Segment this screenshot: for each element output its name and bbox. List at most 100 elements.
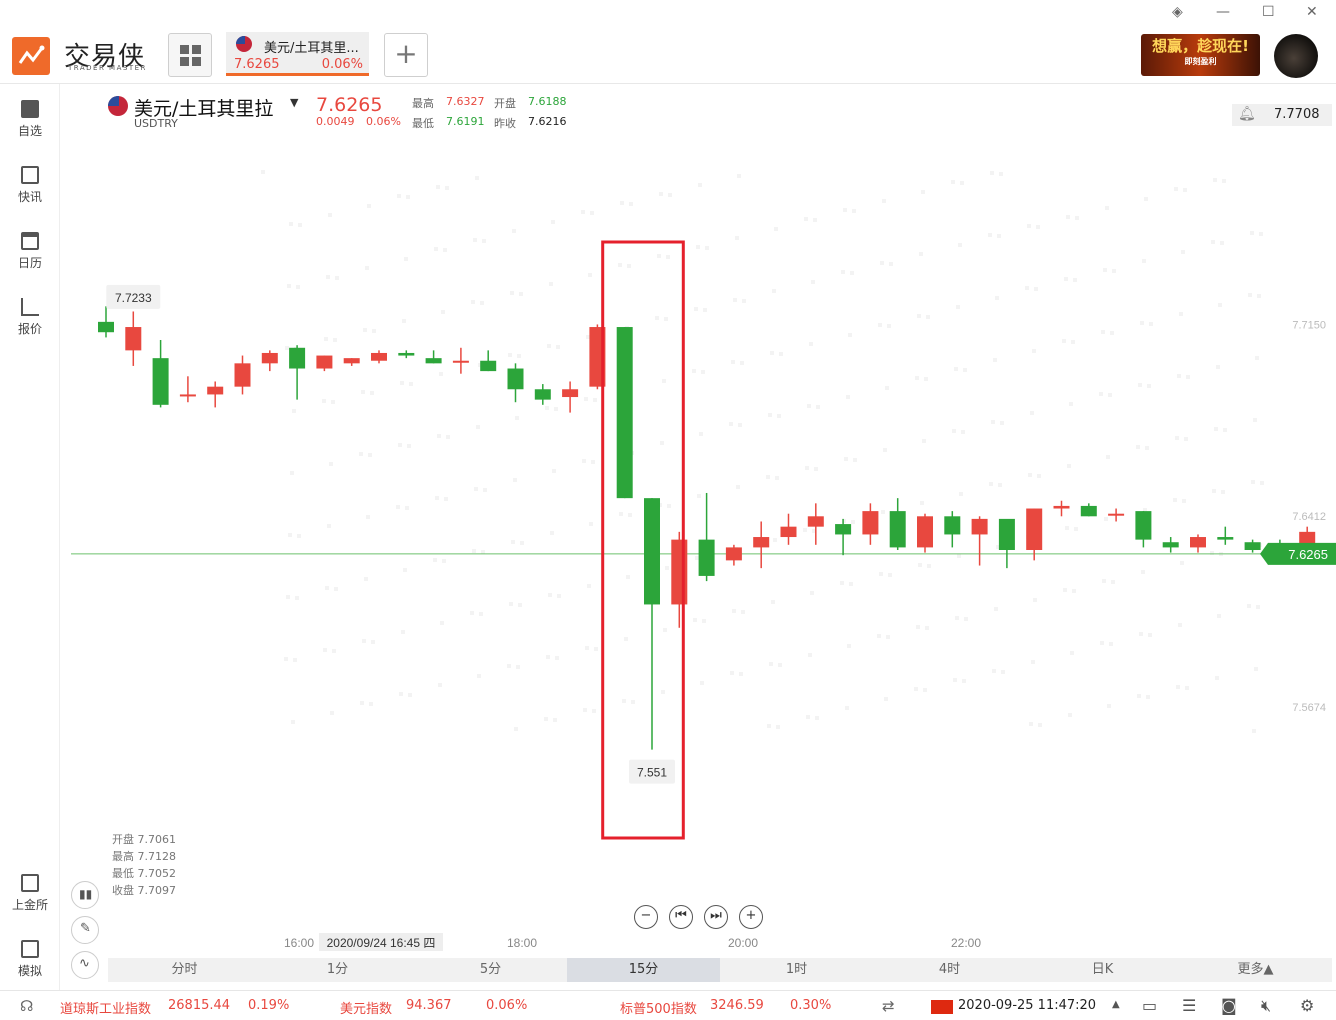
tab-timeframe-timeshare[interactable]: 分时 bbox=[108, 958, 261, 982]
sidebar-item-calendar[interactable]: 日历 bbox=[0, 232, 60, 271]
tab-timeframe-4h[interactable]: 4时 bbox=[873, 958, 1026, 982]
map-dot bbox=[1174, 187, 1178, 191]
chevron-down-icon[interactable]: ▼ bbox=[290, 96, 298, 109]
layers-icon[interactable]: ◈ bbox=[1172, 4, 1183, 20]
map-dot bbox=[847, 644, 851, 648]
last-price-label: 7.6265 bbox=[1288, 547, 1328, 562]
tab-timeframe-5m[interactable]: 5分 bbox=[414, 958, 567, 982]
map-dot bbox=[476, 425, 480, 429]
candle-body bbox=[616, 327, 633, 499]
sidebar-item-quotes[interactable]: 报价 bbox=[0, 298, 60, 337]
map-dot bbox=[1144, 197, 1148, 201]
grid-layout-button[interactable] bbox=[168, 33, 212, 77]
ticker-name[interactable]: 道琼斯工业指数 bbox=[60, 998, 151, 1017]
symbol-change-pct: 0.06% bbox=[366, 115, 401, 128]
translate-icon[interactable]: ⇄ bbox=[882, 997, 895, 1015]
map-dot bbox=[657, 254, 661, 258]
bell-icon[interactable]: 🔔︎ bbox=[1238, 106, 1256, 122]
camera-icon[interactable]: ◙ bbox=[1221, 996, 1237, 1015]
line-tool-button[interactable]: ∿ bbox=[71, 951, 99, 979]
screen-off-icon[interactable]: ▭ bbox=[1142, 996, 1157, 1015]
jump-end-button[interactable]: ⏭︎ bbox=[704, 905, 728, 929]
max-price-label: 7.7233 bbox=[115, 291, 152, 305]
map-dot bbox=[284, 657, 288, 661]
map-dot bbox=[1142, 259, 1146, 263]
zoom-in-button[interactable]: + bbox=[739, 905, 763, 929]
map-dot bbox=[1106, 455, 1110, 459]
prev-close-value: 7.6216 bbox=[528, 115, 567, 128]
tab-timeframe-1h[interactable]: 1时 bbox=[720, 958, 873, 982]
map-dot bbox=[988, 233, 992, 237]
sidebar-item-simulate[interactable]: 模拟 bbox=[0, 940, 60, 979]
settings-icon[interactable]: ⚙ bbox=[1300, 996, 1314, 1015]
add-tab-button[interactable]: + bbox=[384, 33, 428, 77]
draw-tool-button[interactable]: ✎ bbox=[71, 916, 99, 944]
map-dot bbox=[811, 280, 815, 284]
jump-start-button[interactable]: ⏮︎ bbox=[669, 905, 693, 929]
alert-price: 7.7708 bbox=[1274, 107, 1320, 122]
close-icon[interactable]: ✕ bbox=[1306, 4, 1318, 20]
timeframe-bar: 分时 1分 5分 15分 1时 4时 日K 更多▲ bbox=[108, 958, 1332, 982]
map-dot bbox=[664, 317, 668, 321]
minimize-icon[interactable]: — bbox=[1216, 4, 1230, 20]
candle-body bbox=[644, 498, 660, 605]
menu-icon[interactable]: ☰ bbox=[1182, 996, 1196, 1015]
us-flag-icon bbox=[108, 96, 128, 116]
headset-icon[interactable]: ☊ bbox=[20, 997, 33, 1015]
map-dot bbox=[991, 420, 995, 424]
ticker-name[interactable]: 美元指数 bbox=[340, 998, 392, 1017]
sidebar-item-sge[interactable]: 上金所 bbox=[0, 874, 60, 913]
tab-timeframe-day[interactable]: 日K bbox=[1026, 958, 1179, 982]
map-dot bbox=[1184, 437, 1188, 441]
sidebar-item-news[interactable]: 快讯 bbox=[0, 166, 60, 205]
map-dot bbox=[622, 699, 626, 703]
map-dot bbox=[401, 630, 405, 634]
candle-body bbox=[889, 511, 906, 548]
indicator-tool-button[interactable]: ▮▮ bbox=[71, 881, 99, 909]
mute-icon[interactable]: 🔇︎ bbox=[1261, 996, 1271, 1016]
map-dot bbox=[989, 482, 993, 486]
map-dot bbox=[434, 247, 438, 251]
map-dot bbox=[511, 540, 515, 544]
candle-body bbox=[207, 386, 224, 395]
map-dot bbox=[408, 693, 412, 697]
y-tick-label: 7.6412 bbox=[1292, 511, 1326, 523]
map-dot bbox=[626, 575, 630, 579]
tab-timeframe-more[interactable]: 更多▲ bbox=[1179, 958, 1332, 982]
promo-banner[interactable]: 想赢，趁现在! 即刻盈利 bbox=[1141, 34, 1260, 76]
map-dot bbox=[1062, 339, 1066, 343]
avatar[interactable] bbox=[1274, 34, 1318, 78]
zoom-out-button[interactable]: − bbox=[634, 905, 658, 929]
map-dot bbox=[292, 409, 296, 413]
candle-body bbox=[780, 526, 797, 538]
map-dot bbox=[333, 338, 337, 342]
map-dot bbox=[852, 209, 856, 213]
maximize-icon[interactable]: ☐ bbox=[1262, 4, 1275, 20]
caret-up-icon[interactable]: ▲ bbox=[1112, 999, 1120, 1010]
map-dot bbox=[694, 307, 698, 311]
map-dot bbox=[808, 653, 812, 657]
map-dot bbox=[470, 611, 474, 615]
sidebar-item-watchlist[interactable]: 自选 bbox=[0, 100, 60, 139]
map-dot bbox=[1105, 206, 1109, 210]
map-dot bbox=[923, 688, 927, 692]
tab-timeframe-15m[interactable]: 15分 bbox=[567, 958, 720, 982]
map-dot bbox=[443, 248, 447, 252]
tab-timeframe-1m[interactable]: 1分 bbox=[261, 958, 414, 982]
low-label: 最低 bbox=[412, 117, 434, 130]
ticker-pct: 0.19% bbox=[248, 998, 290, 1013]
map-dot bbox=[769, 662, 773, 666]
tab-usdtry[interactable]: 美元/土耳其里... 7.6265 0.06% bbox=[226, 32, 369, 76]
map-dot bbox=[368, 453, 372, 457]
map-dot bbox=[296, 285, 300, 289]
ticker-name[interactable]: 标普500指数 bbox=[620, 998, 697, 1017]
map-dot bbox=[733, 298, 737, 302]
status-datetime: 2020-09-25 11:47:20 bbox=[958, 998, 1097, 1013]
map-dot bbox=[809, 342, 813, 346]
map-dot bbox=[952, 429, 956, 433]
map-dot bbox=[699, 432, 703, 436]
map-dot bbox=[472, 549, 476, 553]
candlestick-chart[interactable]: 7.7150 7.6412 7.5674 7.7233 7.551 7.6265 16:00… bbox=[61, 130, 1336, 958]
map-dot bbox=[845, 706, 849, 710]
title-bar: 交易侠 TRADER MASTER 美元/土耳其里... 7.6265 0.06… bbox=[0, 0, 1336, 84]
